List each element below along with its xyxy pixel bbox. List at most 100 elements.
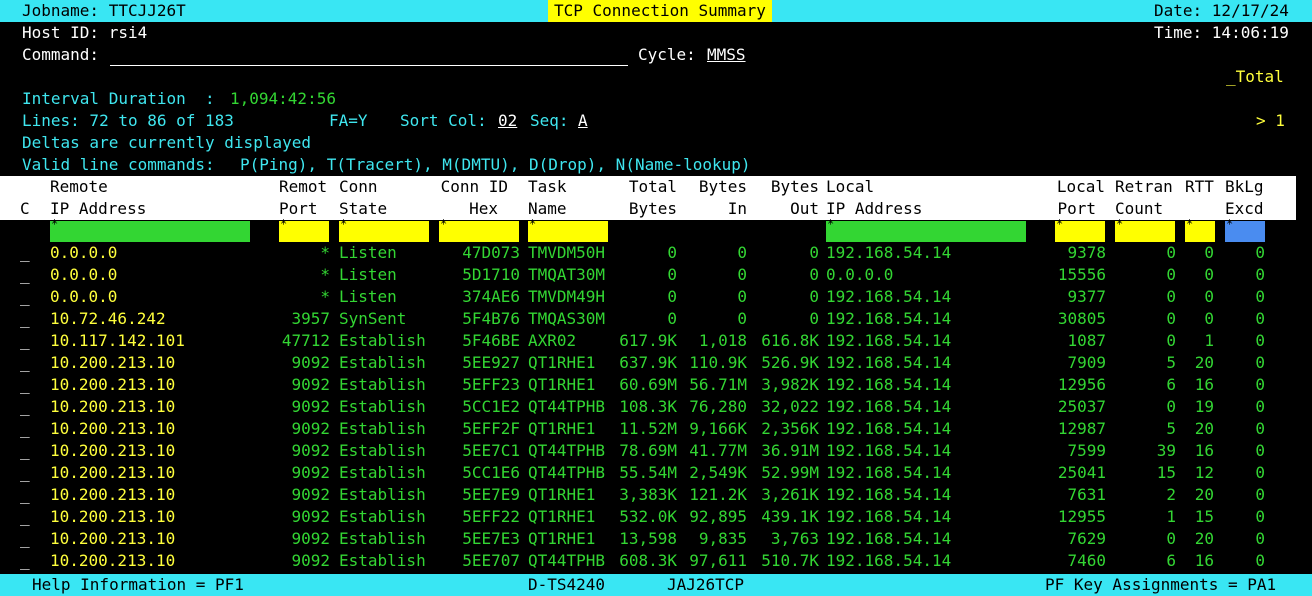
col-bklg-1: BkLg — [1225, 177, 1264, 196]
line-command-field[interactable]: _ — [20, 418, 32, 440]
bytes-out-cell: 3,763 — [770, 529, 819, 548]
rtt-cell: 20 — [1194, 353, 1214, 372]
line-command-field[interactable]: _ — [20, 352, 32, 374]
remote-port-cell: 9092 — [291, 507, 330, 526]
conn-state-cell: Establish — [339, 485, 426, 504]
rtt-cell: 16 — [1194, 441, 1214, 460]
pf-key-assignments[interactable]: PF Key Assignments = PA1 — [1045, 574, 1276, 596]
conn-id-cell: 5EE7E3 — [462, 529, 520, 548]
local-port-cell: 7460 — [1067, 551, 1106, 570]
remote-ip-cell: 10.200.213.10 — [50, 419, 176, 438]
col-bytes-out-1: Bytes — [770, 177, 819, 196]
conn-state-cell: Establish — [339, 353, 426, 372]
filter-local-ip[interactable]: * — [826, 217, 1026, 242]
remote-ip-cell: 10.117.142.101 — [50, 331, 185, 350]
bytes-out-cell: 3,261K — [761, 485, 819, 504]
rtt-cell: 0 — [1204, 309, 1214, 328]
remote-port-cell: 3957 — [291, 309, 330, 328]
help-info[interactable]: Help Information = PF1 — [32, 574, 244, 596]
cycle-label: Cycle: — [638, 45, 696, 64]
conn-state-cell: Listen — [339, 265, 397, 284]
conn-id-cell: 5EFF22 — [462, 507, 520, 526]
bytes-out-cell: 2,356K — [761, 419, 819, 438]
line-command-field[interactable]: _ — [20, 286, 32, 308]
bytes-in-cell: 0 — [737, 243, 747, 262]
total-bytes-cell: 0 — [667, 265, 677, 284]
remote-port-cell: 47712 — [281, 331, 330, 350]
line-command-field[interactable]: _ — [20, 330, 32, 352]
local-port-cell: 7909 — [1067, 353, 1106, 372]
bytes-out-cell: 439.1K — [761, 507, 819, 526]
conn-state-cell: Establish — [339, 441, 426, 460]
local-ip-cell: 192.168.54.14 — [826, 551, 952, 570]
line-command-field[interactable]: _ — [20, 374, 32, 396]
filter-conn-id[interactable]: * — [439, 217, 519, 242]
bklg-excd-cell: 0 — [1255, 551, 1265, 570]
filter-task-name[interactable]: * — [528, 217, 608, 242]
command-input[interactable] — [110, 44, 628, 66]
retran-count-cell: 1 — [1166, 507, 1176, 526]
table-row: _ 10.72.46.242 3957 SynSent 5F4B76 TMQAS30M 0 0… — [0, 308, 1296, 330]
line-command-field[interactable]: _ — [20, 396, 32, 418]
remote-ip-cell: 0.0.0.0 — [50, 287, 118, 306]
conn-state-cell: Establish — [339, 419, 426, 438]
filter-local-port[interactable]: * — [1055, 217, 1105, 242]
local-port-cell: 25037 — [1057, 397, 1106, 416]
screen-title: TCP Connection Summary — [548, 0, 772, 22]
filter-retran[interactable]: * — [1115, 217, 1175, 242]
rtt-cell: 20 — [1194, 529, 1214, 548]
line-command-field[interactable]: _ — [20, 484, 32, 506]
conn-id-cell: 5EE927 — [462, 353, 520, 372]
total-bytes-cell: 0 — [667, 309, 677, 328]
bklg-excd-cell: 0 — [1255, 309, 1265, 328]
retran-count-cell: 0 — [1166, 331, 1176, 350]
local-port-cell: 12987 — [1057, 419, 1106, 438]
rtt-cell: 15 — [1194, 507, 1214, 526]
remote-port-cell: * — [320, 287, 330, 306]
bklg-excd-cell: 0 — [1255, 485, 1265, 504]
valid-commands-label: Valid line commands: — [22, 155, 215, 174]
bytes-out-cell: 510.7K — [761, 551, 819, 570]
line-command-field[interactable]: _ — [20, 462, 32, 484]
filter-conn-state[interactable]: * — [339, 217, 429, 242]
bytes-in-cell: 97,611 — [689, 551, 747, 570]
total-bytes-cell: 617.9K — [619, 331, 677, 350]
sort-col-value[interactable]: 02 — [498, 110, 517, 132]
task-name-cell: QT44TPHB — [528, 551, 606, 570]
total-bytes-cell: 108.3K — [619, 397, 677, 416]
total-bytes-cell: 0 — [667, 243, 677, 262]
conn-id-cell: 47D073 — [462, 243, 520, 262]
line-command-field[interactable]: _ — [20, 242, 32, 264]
total-bytes-cell: 13,598 — [619, 529, 677, 548]
remote-ip-cell: 10.200.213.10 — [50, 485, 176, 504]
local-port-cell: 7631 — [1067, 485, 1106, 504]
bytes-out-cell: 616.8K — [761, 331, 819, 350]
line-command-field[interactable]: _ — [20, 528, 32, 550]
bytes-out-cell: 526.9K — [761, 353, 819, 372]
filter-rtt[interactable]: * — [1185, 217, 1215, 242]
sort-col-label: Sort Col: — [400, 111, 487, 130]
bklg-excd-cell: 0 — [1255, 265, 1265, 284]
bklg-excd-cell: 0 — [1255, 463, 1265, 482]
filter-remote-ip[interactable]: * — [50, 217, 250, 242]
bklg-excd-cell: 0 — [1255, 331, 1265, 350]
line-command-field[interactable]: _ — [20, 440, 32, 462]
bytes-in-cell: 76,280 — [689, 397, 747, 416]
bklg-excd-cell: 0 — [1255, 529, 1265, 548]
col-remote-ip-1: Remote — [50, 177, 108, 196]
total-toggle[interactable]: _Total — [1226, 66, 1284, 88]
filter-remote-port[interactable]: * — [279, 217, 329, 242]
line-command-field[interactable]: _ — [20, 264, 32, 286]
cycle-value[interactable]: MMSS — [707, 44, 746, 66]
line-command-field[interactable]: _ — [20, 308, 32, 330]
line-command-field[interactable]: _ — [20, 550, 32, 572]
col-rtt: RTT — [1185, 177, 1214, 196]
filter-bklg[interactable]: * — [1225, 217, 1265, 242]
table-row: _ 10.200.213.10 9092 Establish 5EE927 QT1RHE1… — [0, 352, 1296, 374]
host-id: Host ID: rsi4 — [22, 23, 148, 42]
seq-value[interactable]: A — [578, 110, 588, 132]
conn-state-cell: Listen — [339, 287, 397, 306]
local-port-cell: 9378 — [1067, 243, 1106, 262]
line-command-field[interactable]: _ — [20, 506, 32, 528]
col-remote-ip-2: IP Address — [50, 199, 147, 218]
